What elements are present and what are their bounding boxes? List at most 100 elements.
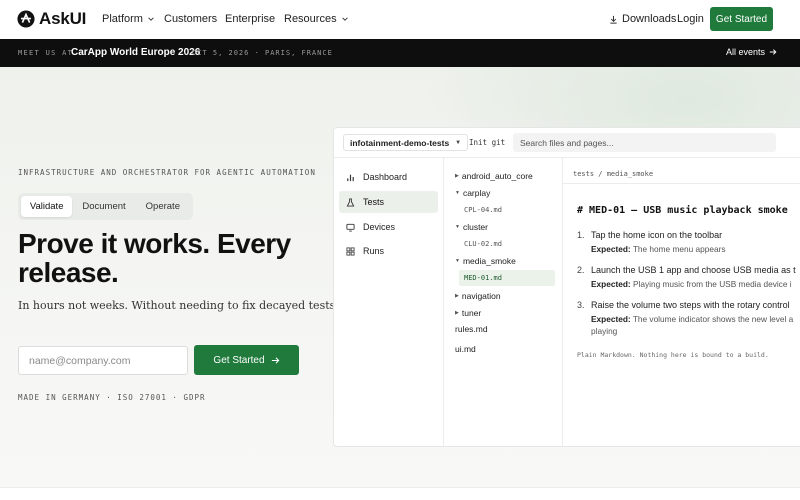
expected-text: The home menu appears — [632, 244, 726, 254]
monitor-icon — [346, 223, 355, 232]
email-field[interactable] — [18, 346, 188, 375]
mode-tabs: Validate Document Operate — [18, 193, 193, 220]
tab-operate[interactable]: Operate — [136, 196, 190, 217]
test-step: 2. Launch the USB 1 app and choose USB me… — [577, 265, 796, 275]
step-text: Tap the home icon on the toolbar — [591, 230, 723, 240]
downloads-label: Downloads — [622, 13, 677, 25]
doc-divider — [563, 183, 800, 184]
top-nav: AskUI Platform Customers Enterprise Reso… — [0, 0, 800, 39]
folder-media-smoke[interactable]: ▼ media_smoke — [455, 256, 516, 266]
hero-eyebrow: INFRASTRUCTURE AND ORCHESTRATOR FOR AGEN… — [18, 168, 316, 177]
nav-customers[interactable]: Customers — [164, 13, 217, 25]
folder-label: carplay — [462, 188, 491, 198]
sidebar-item-tests[interactable]: Tests — [339, 191, 438, 213]
compliance-footnote: MADE IN GERMANY · ISO 27001 · GDPR — [18, 393, 206, 402]
app-preview: infotainment-demo-tests ▼ Init git Searc… — [333, 127, 800, 447]
caret-down-icon: ▼ — [455, 190, 460, 196]
folder-tuner[interactable]: ▶ tuner — [455, 308, 481, 318]
login-link[interactable]: Login — [677, 13, 704, 25]
step-expected-continued: playing — [591, 326, 618, 336]
search-placeholder: Search files and pages... — [520, 137, 614, 148]
downloads-link[interactable]: Downloads — [609, 13, 676, 25]
all-events-link[interactable]: All events — [726, 47, 777, 57]
step-expected: Expected: The home menu appears — [591, 244, 726, 254]
file-clu-02[interactable]: CLU-02.md — [464, 240, 502, 248]
file-tree: ▶ android_auto_core ▼ carplay CPL-04.md … — [444, 158, 563, 446]
nav-platform-label: Platform — [102, 13, 143, 25]
announcement-event[interactable]: CarApp World Europe 2026 — [71, 47, 200, 58]
tab-document[interactable]: Document — [74, 196, 133, 217]
hero-headline: Prove it works. Every release. — [18, 229, 318, 287]
logo[interactable]: AskUI — [17, 9, 86, 29]
folder-android-auto-core[interactable]: ▶ android_auto_core — [455, 171, 533, 181]
plain-markdown-note: Plain Markdown. Nothing here is bound to… — [577, 351, 769, 359]
doc-title: # MED-01 — USB music playback smoke — [577, 205, 788, 216]
expected-label: Expected: — [591, 279, 631, 289]
step-text: Raise the volume two steps with the rota… — [591, 300, 790, 310]
breadcrumb: tests / media_smoke — [573, 170, 654, 178]
headline-line-2: release. — [18, 257, 119, 288]
search-input[interactable]: Search files and pages... — [513, 133, 776, 152]
file-ui[interactable]: ui.md — [455, 344, 476, 354]
repo-selector[interactable]: infotainment-demo-tests ▼ — [343, 134, 469, 151]
sidebar-item-label: Runs — [363, 246, 385, 256]
init-git-button[interactable]: Init git — [469, 138, 505, 147]
get-started-hero-label: Get Started — [213, 354, 265, 366]
step-number: 3. — [577, 300, 585, 310]
file-rules[interactable]: rules.md — [455, 324, 488, 334]
folder-cluster[interactable]: ▼ cluster — [455, 222, 488, 232]
folder-carplay[interactable]: ▼ carplay — [455, 188, 490, 198]
page-bottom-band — [0, 487, 800, 500]
download-icon — [610, 15, 617, 24]
expected-label: Expected: — [591, 244, 631, 254]
sidebar-item-runs[interactable]: Runs — [339, 240, 438, 262]
file-cpl-04[interactable]: CPL-04.md — [464, 206, 502, 214]
expected-text: The volume indicator shows the new level… — [632, 314, 794, 324]
folder-label: cluster — [462, 222, 488, 232]
chevron-down-icon — [341, 17, 348, 21]
step-text: Launch the USB 1 app and choose USB medi… — [591, 265, 796, 275]
announcement-date: OCT 5, 2026 · PARIS, FRANCE — [192, 49, 333, 57]
announcement-meet-label: MEET US AT — [18, 49, 74, 57]
chevron-down-icon — [148, 17, 154, 21]
askui-logo-icon — [17, 10, 35, 28]
step-expected: Expected: Playing music from the USB med… — [591, 279, 792, 289]
hero-subtitle: In hours not weeks. Without needing to f… — [18, 299, 339, 312]
app-sidebar: Dashboard Tests Devices Runs — [334, 158, 444, 446]
app-toolbar: infotainment-demo-tests ▼ Init git Searc… — [334, 128, 800, 157]
file-label: ui.md — [455, 344, 476, 354]
sidebar-item-label: Tests — [363, 197, 385, 207]
bar-chart-icon — [347, 174, 354, 181]
grid-icon — [346, 246, 355, 256]
caret-down-icon: ▼ — [455, 224, 460, 230]
test-step: 1. Tap the home icon on the toolbar — [577, 230, 722, 240]
headline-line-1: Prove it works. Every — [18, 228, 291, 259]
get-started-hero-button[interactable]: Get Started — [194, 345, 299, 375]
step-number: 1. — [577, 230, 585, 240]
nav-resources-label: Resources — [284, 13, 337, 25]
document-pane: tests / media_smoke # MED-01 — USB music… — [563, 158, 800, 446]
folder-navigation[interactable]: ▶ navigation — [455, 291, 501, 301]
logo-text: AskUI — [39, 9, 87, 28]
tab-validate[interactable]: Validate — [21, 196, 73, 217]
get-started-nav-button[interactable]: Get Started — [710, 7, 773, 31]
sidebar-item-dashboard[interactable]: Dashboard — [339, 166, 438, 188]
nav-resources[interactable]: Resources — [284, 13, 349, 25]
caret-down-icon: ▼ — [455, 139, 462, 146]
caret-right-icon: ▶ — [455, 310, 459, 316]
nav-enterprise[interactable]: Enterprise — [225, 13, 275, 25]
step-expected: Expected: The volume indicator shows the… — [591, 314, 793, 324]
arrow-right-icon — [271, 356, 279, 364]
folder-label: tuner — [461, 308, 482, 318]
repo-name: infotainment-demo-tests — [350, 137, 450, 148]
folder-label: android_auto_core — [461, 171, 533, 181]
expected-text: Playing music from the USB media device … — [632, 279, 792, 289]
nav-enterprise-label: Enterprise — [225, 13, 276, 25]
nav-platform[interactable]: Platform — [102, 13, 155, 25]
caret-right-icon: ▶ — [455, 173, 459, 179]
folder-label: navigation — [461, 291, 501, 301]
announcement-bar: MEET US AT CarApp World Europe 2026 OCT … — [0, 39, 800, 67]
file-med-01[interactable]: MED-01.md — [459, 270, 555, 286]
caret-right-icon: ▶ — [455, 293, 459, 299]
sidebar-item-devices[interactable]: Devices — [339, 216, 438, 238]
